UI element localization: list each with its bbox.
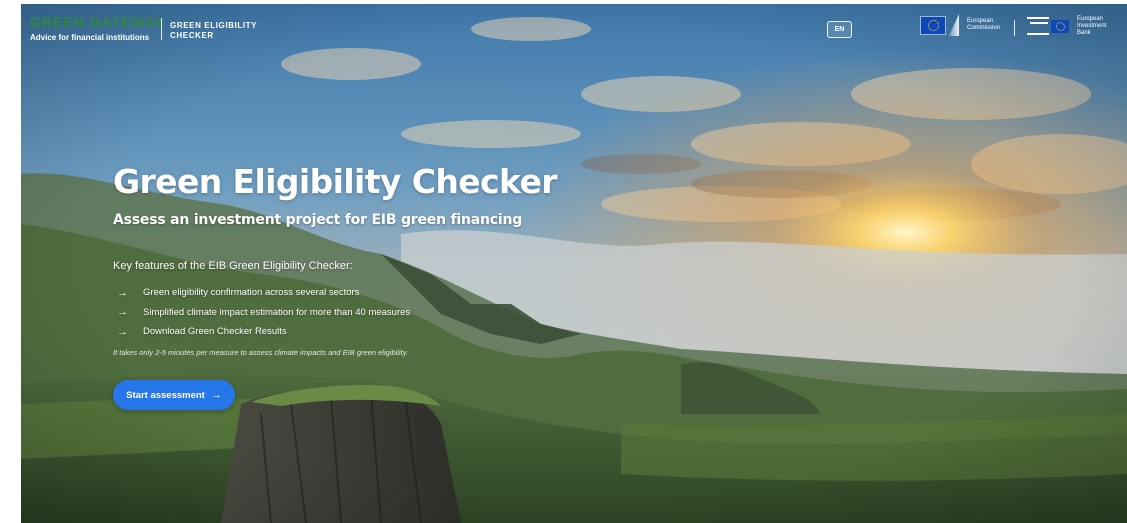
list-item: → Green eligibility confirmation across … (117, 283, 410, 303)
brand-subtitle: Advice for financial institutions (30, 33, 150, 42)
page-frame: GREEN GATEWAY Advice for financial insti… (21, 4, 1127, 523)
product-name: GREEN ELIGIBILITY CHECKER (170, 21, 257, 40)
eib-text: European Investment Bank (1077, 15, 1107, 36)
european-commission-text: European Commission (967, 18, 1001, 31)
feature-label: Download Green Checker Results (143, 326, 287, 338)
hero-section: Green Eligibility Checker Assess an inve… (113, 162, 558, 228)
arrow-right-icon: → (117, 306, 128, 319)
eu-flag-icon (921, 16, 945, 34)
language-selector-button[interactable]: EN (827, 21, 852, 38)
arrow-right-icon: → (117, 286, 128, 299)
european-commission-logo[interactable]: European Commission (921, 12, 1007, 38)
eu-flag-icon (1051, 19, 1069, 33)
list-item: → Simplified climate impact estimation f… (117, 303, 410, 323)
feature-label: Simplified climate impact estimation for… (143, 306, 411, 318)
start-assessment-button[interactable]: Start assessment → (113, 380, 235, 410)
header-divider (161, 18, 162, 40)
time-estimate-note: It takes only 2-5 minutes per measure to… (113, 348, 408, 357)
features-list: → Green eligibility confirmation across … (117, 283, 410, 342)
eib-logo[interactable]: European Investment Bank (1027, 15, 1117, 37)
ec-building-icon (949, 14, 959, 36)
arrow-right-icon: → (117, 325, 128, 338)
features-heading: Key features of the EIB Green Eligibilit… (113, 260, 353, 272)
arrow-right-icon: → (210, 389, 222, 401)
page-subtitle: Assess an investment project for EIB gre… (113, 212, 523, 228)
eib-logo-icon (1027, 17, 1049, 35)
logo-divider (1014, 20, 1015, 36)
feature-label: Green eligibility confirmation across se… (143, 287, 360, 299)
brand-logo[interactable]: GREEN GATEWAY Advice for financial insti… (30, 15, 165, 42)
brand-name: GREEN GATEWAY (30, 14, 166, 30)
start-assessment-label: Start assessment (126, 389, 205, 401)
site-header: GREEN GATEWAY Advice for financial insti… (21, 4, 1127, 48)
list-item: → Download Green Checker Results (117, 322, 410, 342)
page-title: Green Eligibility Checker (113, 162, 558, 201)
